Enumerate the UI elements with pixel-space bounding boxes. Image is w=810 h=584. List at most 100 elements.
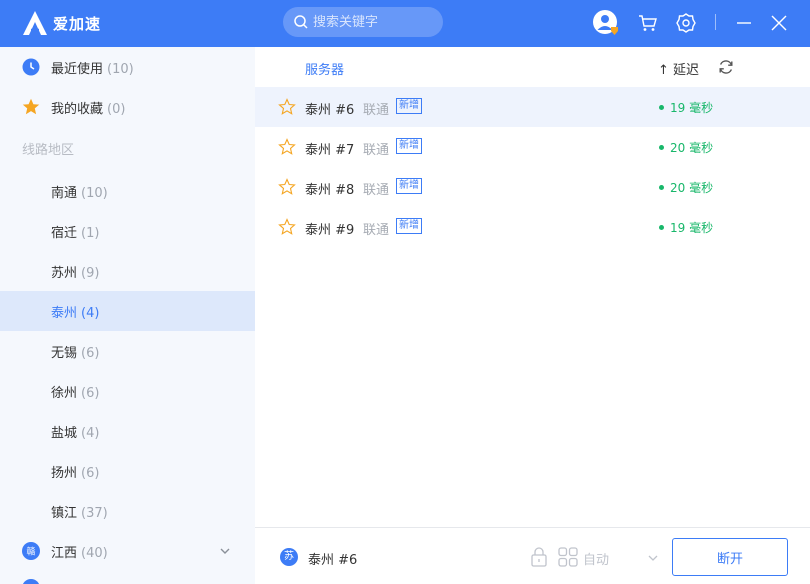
server-name: 泰州 #9 <box>305 223 355 238</box>
sidebar-item-recent[interactable]: 最近使用 (10) <box>0 47 255 87</box>
sidebar-item-region[interactable]: 镇江 (37) <box>0 491 255 531</box>
star-filled-icon <box>22 98 40 115</box>
app-logo-icon <box>23 11 47 35</box>
favorite-star-icon[interactable] <box>278 218 296 236</box>
server-name: 泰州 #7 <box>305 143 355 158</box>
mode-grid-icon <box>558 547 578 567</box>
settings-button[interactable] <box>672 9 700 37</box>
sidebar-item-count: (6) <box>81 466 100 481</box>
latency-status-dot <box>659 105 664 110</box>
lock-icon[interactable] <box>530 547 548 567</box>
sidebar-item-count: (4) <box>81 426 100 441</box>
close-icon <box>771 15 787 31</box>
cart-button[interactable] <box>634 9 662 37</box>
sidebar-item-region[interactable]: 南通 (10) <box>0 171 255 211</box>
sidebar-item-count: (10) <box>81 186 108 201</box>
sidebar-item-region[interactable]: 徐州 (6) <box>0 371 255 411</box>
sidebar-item-label: 我的收藏 <box>51 102 104 117</box>
sidebar-item-count: (6) <box>81 386 100 401</box>
cart-icon <box>639 15 657 31</box>
sidebar-item-region[interactable]: 扬州 (6) <box>0 451 255 491</box>
server-latency: 19 毫秒 <box>670 101 714 115</box>
server-name: 泰州 #8 <box>305 183 355 198</box>
sidebar-item-region-active[interactable]: 泰州 (4) <box>0 291 255 331</box>
favorite-star-icon[interactable] <box>278 138 296 156</box>
server-isp: 联通 <box>363 183 390 198</box>
sidebar-item-label: 徐州 <box>51 386 78 401</box>
new-badge: 新增 <box>396 178 422 194</box>
search-box[interactable] <box>283 7 443 37</box>
server-latency: 20 毫秒 <box>670 141 714 155</box>
sidebar-item-label: 苏州 <box>51 266 78 281</box>
new-badge: 新增 <box>396 98 422 114</box>
province-badge-icon <box>22 579 40 584</box>
connection-bar: 苏 泰州 #6 自动 断开 <box>255 527 810 584</box>
sidebar-item-count: (6) <box>81 346 100 361</box>
server-isp: 联通 <box>363 143 390 158</box>
current-server-name: 泰州 #6 <box>308 553 358 568</box>
sidebar-item-label: 扬州 <box>51 466 78 481</box>
sidebar-item-region[interactable]: 苏州 (9) <box>0 251 255 291</box>
province-badge-text: 赣 <box>26 546 35 558</box>
column-header-latency-sort[interactable]: ↑ 延迟 <box>658 59 699 78</box>
sidebar-item-region[interactable]: 无锡 (6) <box>0 331 255 371</box>
sidebar-item-label: 最近使用 <box>51 62 104 77</box>
sidebar: 最近使用 (10) 我的收藏 (0) 线路地区 南通 (10) 宿迁 (1) 苏州 (9)… <box>0 47 255 584</box>
refresh-icon[interactable] <box>718 59 734 75</box>
sidebar-item-label: 无锡 <box>51 346 78 361</box>
minimize-button[interactable] <box>730 9 758 37</box>
app-title: 爱加速 <box>53 15 102 33</box>
server-latency: 19 毫秒 <box>670 221 714 235</box>
server-row[interactable]: 泰州 #6 联通 新增 19 毫秒 <box>255 87 810 127</box>
sidebar-item-province[interactable]: 赣 江西 (40) <box>0 531 255 571</box>
minimize-icon <box>737 22 751 24</box>
close-button[interactable] <box>765 9 793 37</box>
sidebar-item-label: 镇江 <box>51 506 78 521</box>
sidebar-item-count: (1) <box>81 226 100 241</box>
server-row[interactable]: 泰州 #7 联通 新增 20 毫秒 <box>255 127 810 167</box>
server-isp: 联通 <box>363 223 390 238</box>
server-latency: 20 毫秒 <box>670 181 714 195</box>
latency-status-dot <box>659 185 664 190</box>
favorite-star-icon[interactable] <box>278 178 296 196</box>
server-row[interactable]: 泰州 #9 联通 新增 19 毫秒 <box>255 207 810 247</box>
sidebar-item-count: (40) <box>81 546 108 561</box>
server-isp: 联通 <box>363 103 390 118</box>
new-badge: 新增 <box>396 218 422 234</box>
search-input[interactable] <box>313 7 437 37</box>
sidebar-item-region[interactable]: 盐城 (4) <box>0 411 255 451</box>
server-name: 泰州 #6 <box>305 103 355 118</box>
search-icon <box>294 15 308 29</box>
disconnect-button[interactable]: 断开 <box>672 538 788 576</box>
column-header-server[interactable]: 服务器 <box>305 59 344 78</box>
province-badge-icon: 赣 <box>22 542 40 560</box>
mode-select-value[interactable]: 自动 <box>583 549 609 568</box>
titlebar-separator <box>715 14 716 30</box>
sidebar-item-label: 江西 <box>51 546 78 561</box>
favorite-star-icon[interactable] <box>278 98 296 116</box>
clock-icon <box>22 58 40 76</box>
sidebar-item-label: 泰州 <box>51 306 78 321</box>
latency-status-dot <box>659 145 664 150</box>
sidebar-item-label: 盐城 <box>51 426 78 441</box>
chevron-down-icon[interactable] <box>219 545 231 557</box>
sidebar-item-count: (0) <box>107 102 126 117</box>
sidebar-item-label: 南通 <box>51 186 78 201</box>
server-list-panel: 服务器 ↑ 延迟 泰州 #6 联通 新增 19 毫秒 泰州 #7 联通 新增 2… <box>255 47 810 527</box>
sidebar-item-region[interactable]: 宿迁 (1) <box>0 211 255 251</box>
chevron-down-icon[interactable] <box>647 552 659 564</box>
sidebar-item-count: (10) <box>107 62 134 77</box>
new-badge: 新增 <box>396 138 422 154</box>
sidebar-item-count: (9) <box>81 266 100 281</box>
section-label-regions: 线路地区 <box>22 143 75 158</box>
title-bar: 爱加速 <box>0 0 810 47</box>
sidebar-item-label: 宿迁 <box>51 226 78 241</box>
sidebar-item-count: (4) <box>81 306 100 321</box>
sidebar-item-favorites[interactable]: 我的收藏 (0) <box>0 87 255 127</box>
gear-icon <box>676 13 696 33</box>
user-avatar-button[interactable] <box>592 9 620 37</box>
user-avatar-icon <box>593 10 618 35</box>
server-row[interactable]: 泰州 #8 联通 新增 20 毫秒 <box>255 167 810 207</box>
current-region-icon: 苏 <box>280 548 298 566</box>
sidebar-item-count: (37) <box>81 506 108 521</box>
